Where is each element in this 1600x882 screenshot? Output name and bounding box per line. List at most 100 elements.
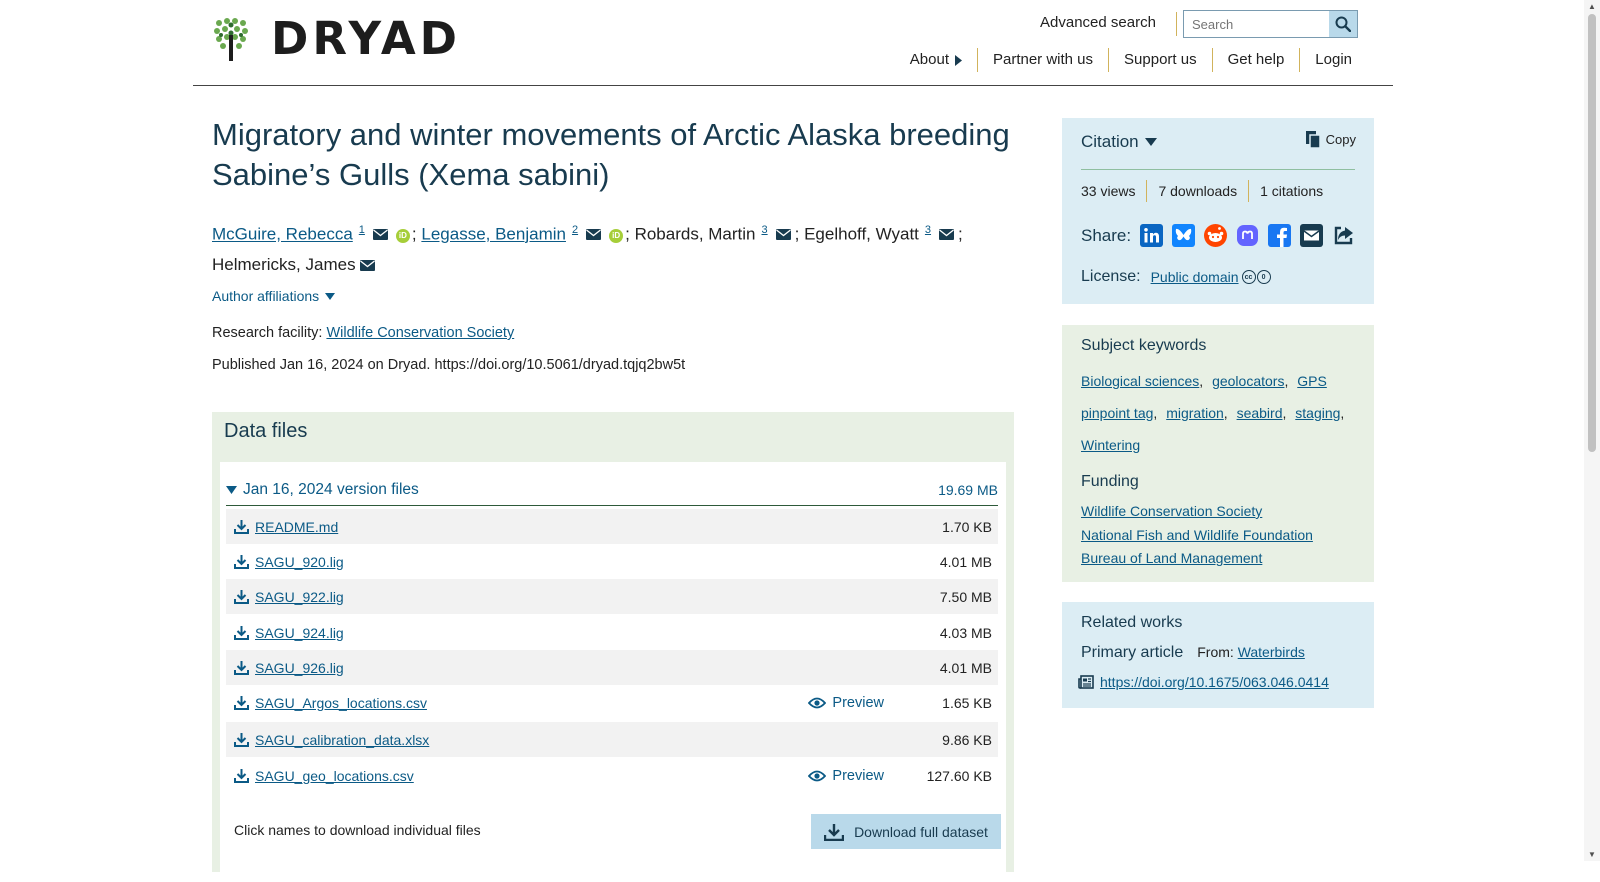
file-link[interactable]: SAGU_922.lig — [255, 589, 344, 605]
caret-down-icon — [226, 485, 237, 494]
funding-heading: Funding — [1081, 473, 1139, 490]
version-toggle[interactable]: Jan 16, 2024 version files 19.69 MB — [226, 474, 998, 506]
file-row: README.md 1.70 KB — [226, 509, 998, 544]
site-header: DRYAD Advanced search About Partner with… — [193, 0, 1393, 86]
email-share-icon[interactable] — [1300, 224, 1324, 247]
keyword-link[interactable]: Biological sciences — [1081, 373, 1199, 389]
tree-logo-icon — [214, 18, 248, 61]
keyword-link[interactable]: seabird — [1237, 405, 1283, 421]
file-link[interactable]: SAGU_calibration_data.xlsx — [255, 732, 429, 748]
file-row: SAGU_geo_locations.csv Preview 127.60 KB — [226, 758, 998, 793]
citation-toggle[interactable]: Citation — [1081, 132, 1157, 152]
license-link[interactable]: Public domain — [1151, 269, 1239, 285]
author-name-link[interactable]: McGuire, Rebecca — [212, 225, 353, 244]
author-name: Egelhoff, Wyatt — [804, 224, 919, 244]
download-icon[interactable] — [234, 625, 249, 640]
file-row: SAGU_926.lig 4.01 MB — [226, 650, 998, 685]
research-facility-link[interactable]: Wildlife Conservation Society — [326, 325, 514, 341]
caret-right-icon — [954, 54, 962, 66]
download-icon[interactable] — [234, 732, 249, 747]
nav-help[interactable]: Get help — [1211, 48, 1300, 72]
copy-citation-button[interactable]: Copy — [1305, 130, 1356, 149]
reddit-icon[interactable] — [1204, 224, 1228, 247]
email-icon[interactable] — [586, 220, 602, 250]
search-box — [1183, 10, 1358, 38]
scroll-thumb[interactable] — [1588, 14, 1596, 452]
nav-partner[interactable]: Partner with us — [976, 48, 1108, 72]
license-row: License: Public domain cc 0 — [1081, 268, 1271, 286]
author-affiliations-toggle[interactable]: Author affiliations — [212, 288, 336, 304]
search-button[interactable] — [1329, 11, 1357, 37]
affiliation-ref: 3 — [924, 224, 932, 236]
file-row: SAGU_924.lig 4.03 MB — [226, 615, 998, 650]
preview-button[interactable]: Preview — [808, 695, 884, 711]
file-link[interactable]: SAGU_926.lig — [255, 660, 344, 676]
orcid-icon[interactable]: iD — [609, 228, 624, 243]
file-link[interactable]: SAGU_924.lig — [255, 625, 344, 641]
funder-link[interactable]: Bureau of Land Management — [1081, 547, 1313, 571]
orcid-icon[interactable]: iD — [395, 228, 410, 243]
download-icon[interactable] — [234, 695, 249, 710]
keyword-link[interactable]: GPS — [1297, 373, 1327, 389]
file-link[interactable]: SAGU_geo_locations.csv — [255, 768, 414, 784]
version-files-list: Jan 16, 2024 version files 19.69 MB READ… — [220, 462, 1006, 882]
download-icon[interactable] — [234, 660, 249, 675]
caret-down-icon — [325, 292, 336, 300]
newspaper-icon — [1078, 675, 1094, 689]
email-icon[interactable] — [359, 251, 375, 281]
file-row: SAGU_920.lig 4.01 MB — [226, 544, 998, 579]
download-icon[interactable] — [234, 589, 249, 604]
dryad-logo[interactable]: DRYAD — [213, 16, 461, 62]
download-full-dataset-button[interactable]: Download full dataset — [811, 814, 1001, 849]
data-files-panel: Data files Jan 16, 2024 version files 19… — [212, 412, 1014, 882]
main-nav: About Partner with us Support us Get hel… — [895, 48, 1367, 72]
keyword-link[interactable]: migration — [1166, 405, 1224, 421]
funder-link[interactable]: Wildlife Conservation Society — [1081, 500, 1313, 524]
scroll-down-arrow-icon[interactable]: ▼ — [1588, 850, 1596, 859]
advanced-search-link[interactable]: Advanced search — [1040, 12, 1177, 36]
download-icon[interactable] — [234, 768, 249, 783]
file-row: SAGU_calibration_data.xlsx 9.86 KB — [226, 722, 998, 757]
file-size: 9.86 KB — [942, 731, 992, 748]
nav-login[interactable]: Login — [1299, 48, 1367, 72]
facebook-icon[interactable] — [1268, 224, 1292, 247]
file-size: 1.70 KB — [942, 518, 992, 535]
author-name-link[interactable]: Legasse, Benjamin — [421, 225, 566, 244]
file-size: 4.03 MB — [939, 624, 992, 641]
funder-link[interactable]: National Fish and Wildlife Foundation — [1081, 524, 1313, 548]
nav-about[interactable]: About — [895, 48, 977, 72]
scroll-up-arrow-icon[interactable]: ▲ — [1588, 2, 1596, 11]
author-name: Robards, Martin — [634, 224, 756, 244]
linkedin-icon[interactable] — [1140, 224, 1164, 247]
page-scrollbar[interactable]: ▲ ▼ — [1584, 0, 1600, 861]
search-input[interactable] — [1184, 11, 1329, 37]
cc-zero-icon: cc 0 — [1241, 270, 1271, 284]
email-icon[interactable] — [775, 220, 791, 250]
file-link[interactable]: SAGU_Argos_locations.csv — [255, 695, 427, 711]
keyword-link[interactable]: pinpoint tag — [1081, 405, 1153, 421]
download-icon — [824, 823, 845, 841]
email-icon[interactable] — [939, 220, 955, 250]
mastodon-icon[interactable] — [1236, 224, 1259, 247]
logo-text: DRYAD — [271, 12, 462, 65]
eye-icon — [808, 770, 827, 781]
keyword-link[interactable]: geolocators — [1212, 373, 1284, 389]
email-icon[interactable] — [372, 220, 388, 250]
file-size: 1.65 KB — [942, 694, 992, 711]
journal-link[interactable]: Waterbirds — [1238, 644, 1305, 660]
preview-button[interactable]: Preview — [808, 768, 884, 784]
doi-link[interactable]: https://doi.org/10.1675/063.046.0414 — [1100, 674, 1329, 690]
nav-support[interactable]: Support us — [1108, 48, 1212, 72]
download-icon[interactable] — [234, 519, 249, 534]
file-size: 127.60 KB — [926, 767, 992, 784]
file-link[interactable]: SAGU_920.lig — [255, 554, 344, 570]
bluesky-icon[interactable] — [1172, 224, 1196, 247]
citations-count: 1 citations — [1248, 180, 1334, 202]
share-icon[interactable] — [1332, 224, 1355, 247]
keyword-link[interactable]: staging — [1295, 405, 1340, 421]
related-works-box: Related works Primary article From: Wate… — [1062, 602, 1374, 708]
download-icon[interactable] — [234, 554, 249, 569]
downloads-count: 7 downloads — [1146, 180, 1248, 202]
file-link[interactable]: README.md — [255, 519, 338, 535]
keyword-link[interactable]: Wintering — [1081, 437, 1140, 453]
